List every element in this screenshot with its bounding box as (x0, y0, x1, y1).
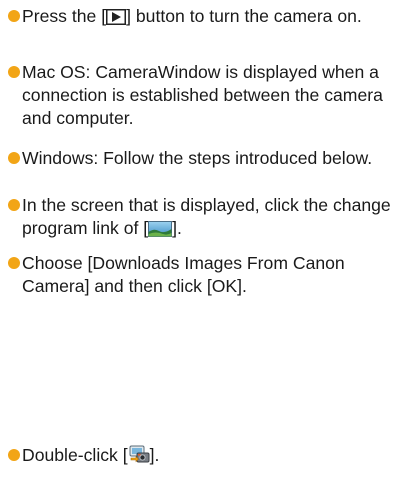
instruction-text: Mac OS: CameraWindow is displayed when a… (22, 62, 383, 128)
instruction-item-downloads: Choose [Downloads Images From Canon Came… (8, 252, 394, 298)
bullet-icon (8, 449, 20, 461)
instruction-item-change-program: In the screen that is displayed, click t… (8, 194, 394, 243)
instruction-item-double-click: Double-click []. (8, 444, 394, 470)
bullet-icon (8, 257, 20, 269)
landscape-picture-icon (148, 220, 173, 243)
instruction-item-mac: Mac OS: CameraWindow is displayed when a… (8, 61, 394, 130)
bullet-icon (8, 199, 20, 211)
bullet-icon (8, 66, 20, 78)
instruction-text: In the screen that is displayed, click t… (8, 194, 394, 243)
instruction-item-windows: Windows: Follow the steps introduced bel… (8, 147, 394, 170)
instruction-text: Double-click []. (8, 444, 394, 470)
camera-transfer-icon (128, 444, 150, 470)
instruction-text: Windows: Follow the steps introduced bel… (22, 148, 373, 168)
instruction-item-power-on: Press the [] button to turn the camera o… (8, 5, 394, 31)
bullet-icon (8, 152, 20, 164)
playback-button-icon (106, 8, 127, 31)
instruction-text: Press the [] button to turn the camera o… (8, 5, 394, 31)
instruction-text: Choose [Downloads Images From Canon Came… (22, 253, 345, 296)
bullet-icon (8, 10, 20, 22)
